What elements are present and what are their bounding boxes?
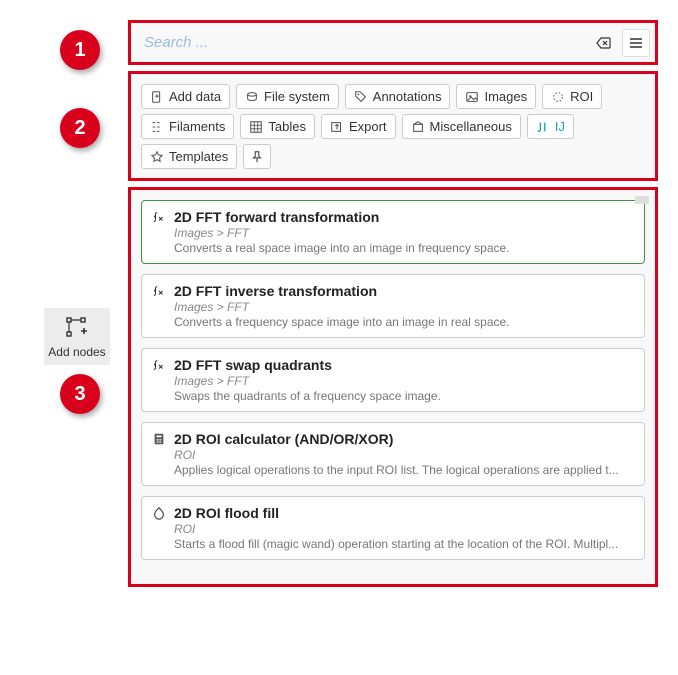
annotation-badge-1: 1 — [60, 30, 100, 70]
fx-icon — [152, 210, 166, 224]
add-nodes-tab[interactable]: Add nodes — [44, 308, 110, 365]
category-file-system[interactable]: File system — [236, 84, 339, 109]
category-label: Add data — [169, 89, 221, 104]
scrollbar-thumb[interactable] — [635, 196, 649, 204]
result-path: Images > FFT — [174, 300, 634, 314]
result-item[interactable]: 2D FFT swap quadrantsImages > FFTSwaps t… — [141, 348, 645, 412]
result-item[interactable]: 2D FFT forward transformationImages > FF… — [141, 200, 645, 264]
menu-icon — [628, 35, 644, 51]
add-nodes-label: Add nodes — [46, 345, 108, 359]
roi-icon — [551, 90, 565, 104]
result-path: ROI — [174, 448, 634, 462]
category-templates[interactable]: Templates — [141, 144, 237, 169]
box-icon — [411, 120, 425, 134]
result-path: Images > FFT — [174, 226, 634, 240]
category-label: IJ — [555, 119, 565, 134]
fx-icon — [152, 358, 166, 372]
category-filters: Add dataFile systemAnnotationsImagesROI … — [128, 71, 658, 181]
calc-icon — [152, 432, 166, 446]
result-description: Applies logical operations to the input … — [174, 463, 634, 477]
category-pin[interactable] — [243, 144, 271, 169]
image-icon — [465, 90, 479, 104]
annotation-badge-3: 3 — [60, 374, 100, 414]
clear-search-button[interactable] — [590, 29, 618, 57]
result-description: Converts a real space image into an imag… — [174, 241, 634, 255]
category-filaments[interactable]: Filaments — [141, 114, 234, 139]
search-input[interactable] — [136, 28, 586, 57]
fx-icon — [152, 284, 166, 298]
filament-icon — [150, 120, 164, 134]
annotation-badge-2: 2 — [60, 108, 100, 148]
result-title: 2D ROI calculator (AND/OR/XOR) — [174, 431, 393, 447]
search-bar — [128, 20, 658, 65]
grid-icon — [249, 120, 263, 134]
category-label: File system — [264, 89, 330, 104]
result-title: 2D FFT inverse transformation — [174, 283, 377, 299]
disk-icon — [245, 90, 259, 104]
result-item[interactable]: 2D ROI flood fillROIStarts a flood fill … — [141, 496, 645, 560]
doc-plus-icon — [150, 90, 164, 104]
add-nodes-icon — [65, 316, 89, 340]
result-title: 2D ROI flood fill — [174, 505, 279, 521]
flood-icon — [152, 506, 166, 520]
category-ij[interactable]: IJ — [527, 114, 574, 139]
tag-icon — [354, 90, 368, 104]
result-description: Converts a frequency space image into an… — [174, 315, 634, 329]
result-description: Swaps the quadrants of a frequency space… — [174, 389, 634, 403]
result-item[interactable]: 2D ROI calculator (AND/OR/XOR)ROIApplies… — [141, 422, 645, 486]
category-miscellaneous[interactable]: Miscellaneous — [402, 114, 521, 139]
ij-icon — [536, 120, 550, 134]
result-description: Starts a flood fill (magic wand) operati… — [174, 537, 634, 551]
result-title: 2D FFT forward transformation — [174, 209, 379, 225]
result-path: Images > FFT — [174, 374, 634, 388]
export-icon — [330, 120, 344, 134]
result-item[interactable]: 2D FFT inverse transformationImages > FF… — [141, 274, 645, 338]
category-label: ROI — [570, 89, 593, 104]
category-annotations[interactable]: Annotations — [345, 84, 451, 109]
category-label: Export — [349, 119, 387, 134]
backspace-icon — [596, 35, 612, 51]
category-label: Filaments — [169, 119, 225, 134]
category-label: Images — [484, 89, 527, 104]
category-export[interactable]: Export — [321, 114, 396, 139]
result-title: 2D FFT swap quadrants — [174, 357, 332, 373]
category-label: Tables — [268, 119, 306, 134]
category-tables[interactable]: Tables — [240, 114, 315, 139]
category-roi[interactable]: ROI — [542, 84, 602, 109]
search-menu-button[interactable] — [622, 29, 650, 57]
category-label: Miscellaneous — [430, 119, 512, 134]
category-label: Annotations — [373, 89, 442, 104]
results-list: 2D FFT forward transformationImages > FF… — [128, 187, 658, 587]
category-label: Templates — [169, 149, 228, 164]
category-images[interactable]: Images — [456, 84, 536, 109]
star-icon — [150, 150, 164, 164]
pin-icon — [250, 150, 264, 164]
category-add-data[interactable]: Add data — [141, 84, 230, 109]
result-path: ROI — [174, 522, 634, 536]
